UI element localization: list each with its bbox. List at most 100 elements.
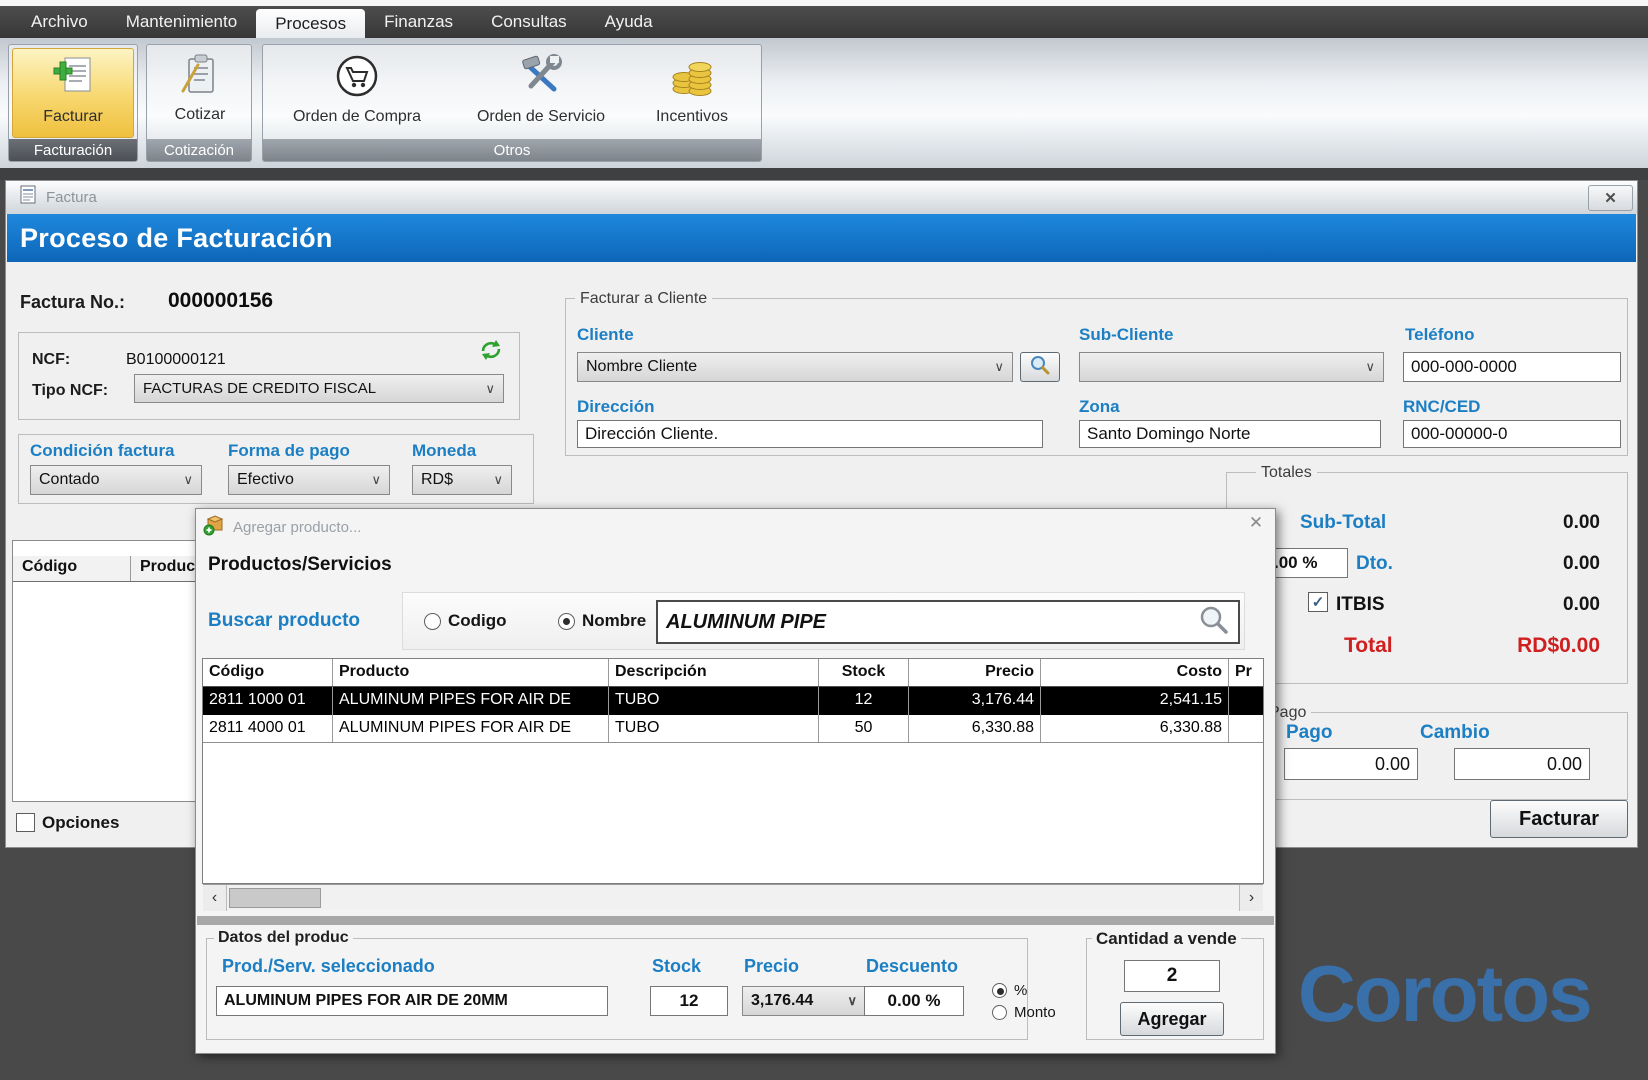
orden-compra-button[interactable]: Orden de Compra bbox=[271, 53, 443, 126]
descuento-input[interactable]: 0.00 % bbox=[864, 986, 964, 1016]
orden-servicio-button[interactable]: Orden de Servicio bbox=[455, 53, 627, 126]
zona-value: Santo Domingo Norte bbox=[1087, 424, 1250, 444]
stock-label: Stock bbox=[652, 956, 701, 977]
tipo-ncf-select[interactable]: FACTURAS DE CREDITO FISCAL ∨ bbox=[134, 374, 504, 403]
table-row[interactable]: 2811 4000 01 ALUMINUM PIPES FOR AIR DE T… bbox=[203, 715, 1263, 743]
cell-precio: 3,176.44 bbox=[909, 687, 1041, 715]
ribbon-group-cotizacion: Cotizar Cotización bbox=[146, 44, 252, 162]
dialog-title: Agregar producto... bbox=[233, 519, 361, 536]
menu-ayuda[interactable]: Ayuda bbox=[586, 6, 672, 38]
menu-archivo[interactable]: Archivo bbox=[12, 6, 107, 38]
menu-procesos[interactable]: Procesos bbox=[256, 9, 365, 38]
telefono-input[interactable]: 000-000-0000 bbox=[1403, 352, 1621, 382]
cell-codigo: 2811 4000 01 bbox=[203, 715, 333, 742]
cell-producto: ALUMINUM PIPES FOR AIR DE bbox=[333, 687, 609, 715]
forma-pago-select[interactable]: Efectivo ∨ bbox=[228, 465, 390, 495]
codigo-radio[interactable] bbox=[424, 613, 441, 630]
factura-window-title: Factura bbox=[46, 189, 97, 206]
dialog-heading: Productos/Servicios bbox=[208, 554, 392, 576]
telefono-label: Teléfono bbox=[1405, 325, 1475, 345]
chevron-down-icon: ∨ bbox=[485, 381, 495, 397]
cliente-select[interactable]: Nombre Cliente ∨ bbox=[577, 352, 1013, 382]
precio-select[interactable]: 3,176.44 ∨ bbox=[742, 986, 866, 1016]
nombre-radio[interactable] bbox=[558, 613, 575, 630]
ribbon-group-otros: Orden de Compra Orden de Servicio bbox=[262, 44, 762, 162]
facturar-ribbon-button[interactable]: Facturar bbox=[12, 48, 134, 138]
telefono-value: 000-000-0000 bbox=[1411, 357, 1517, 377]
col-costo[interactable]: Costo bbox=[1041, 659, 1229, 686]
table-horizontal-scrollbar[interactable]: ‹ › bbox=[203, 884, 1263, 910]
col-stock[interactable]: Stock bbox=[819, 659, 909, 686]
forma-pago-value: Efectivo bbox=[237, 471, 294, 489]
direccion-value: Dirección Cliente. bbox=[585, 424, 718, 444]
itbis-checkbox[interactable]: ✓ bbox=[1308, 592, 1328, 612]
precio-label: Precio bbox=[744, 956, 799, 977]
col-producto[interactable]: Producto bbox=[333, 659, 609, 686]
radio-codigo-group[interactable]: Codigo bbox=[424, 611, 507, 631]
screen: Archivo Mantenimiento Procesos Finanzas … bbox=[0, 0, 1648, 1080]
dialog-close-button[interactable]: ✕ bbox=[1243, 512, 1269, 534]
rnc-input[interactable]: 000-00000-0 bbox=[1403, 420, 1621, 448]
page-title: Proceso de Facturación bbox=[20, 223, 333, 254]
product-search-value: ALUMINUM PIPE bbox=[666, 611, 1198, 634]
itbis-label: ITBIS bbox=[1336, 594, 1385, 616]
facturar-button[interactable]: Facturar bbox=[1490, 800, 1628, 838]
rnc-label: RNC/CED bbox=[1403, 397, 1480, 417]
prod-serv-input[interactable]: ALUMINUM PIPES FOR AIR DE 20MM bbox=[216, 986, 608, 1016]
product-search-input[interactable]: ALUMINUM PIPE bbox=[656, 600, 1240, 644]
ribbon: Facturar Facturación Cotizar C bbox=[0, 38, 1648, 168]
factura-close-button[interactable]: ✕ bbox=[1588, 185, 1633, 211]
condicion-select[interactable]: Contado ∨ bbox=[30, 465, 202, 495]
cantidad-input[interactable]: 2 bbox=[1124, 960, 1220, 992]
menu-consultas[interactable]: Consultas bbox=[472, 6, 586, 38]
banner: Proceso de Facturación bbox=[7, 214, 1636, 262]
facturar-ribbon-label: Facturar bbox=[43, 108, 103, 126]
pct-radio[interactable] bbox=[992, 983, 1007, 998]
total-label: Total bbox=[1344, 634, 1393, 658]
opciones-checkbox[interactable] bbox=[16, 813, 35, 832]
col-descripcion[interactable]: Descripción bbox=[609, 659, 819, 686]
products-table: Código Producto Descripción Stock Precio… bbox=[202, 658, 1264, 884]
menu-mantenimiento[interactable]: Mantenimiento bbox=[107, 6, 257, 38]
itbis-value: 0.00 bbox=[1450, 594, 1600, 616]
codigo-radio-label: Codigo bbox=[448, 611, 507, 631]
scroll-left-icon[interactable]: ‹ bbox=[203, 885, 227, 911]
zona-input[interactable]: Santo Domingo Norte bbox=[1079, 420, 1381, 448]
col-codigo[interactable]: Código bbox=[203, 659, 333, 686]
factura-window-icon bbox=[20, 185, 38, 210]
moneda-select[interactable]: RD$ ∨ bbox=[412, 465, 512, 495]
descuento-pct-radio-group[interactable]: % bbox=[992, 982, 1027, 999]
moneda-value: RD$ bbox=[421, 471, 453, 489]
descuento-monto-radio-group[interactable]: Monto bbox=[992, 1004, 1056, 1021]
chevron-down-icon: ∨ bbox=[994, 359, 1004, 375]
scroll-right-icon[interactable]: › bbox=[1239, 885, 1263, 911]
agregar-button[interactable]: Agregar bbox=[1120, 1002, 1224, 1036]
incentivos-button[interactable]: Incentivos bbox=[629, 53, 755, 126]
stock-input[interactable]: 12 bbox=[650, 986, 728, 1016]
sub-cliente-select[interactable]: ∨ bbox=[1079, 352, 1384, 382]
table-row-selected[interactable]: 2811 1000 01 ALUMINUM PIPES FOR AIR DE T… bbox=[203, 687, 1263, 715]
pago-input[interactable]: 0.00 bbox=[1284, 748, 1418, 780]
stock-value: 12 bbox=[680, 991, 699, 1011]
cantidad-value: 2 bbox=[1167, 965, 1178, 987]
condicion-value: Contado bbox=[39, 471, 100, 489]
menu-finanzas[interactable]: Finanzas bbox=[365, 6, 472, 38]
cell-stock: 50 bbox=[819, 715, 909, 742]
refresh-icon[interactable] bbox=[478, 338, 504, 367]
dialog-separator bbox=[197, 916, 1274, 925]
agregar-producto-icon bbox=[203, 514, 225, 541]
col-pr[interactable]: Pr bbox=[1229, 659, 1263, 686]
dialog-titlebar: Agregar producto... bbox=[203, 514, 361, 541]
cambio-input[interactable]: 0.00 bbox=[1454, 748, 1590, 780]
direccion-input[interactable]: Dirección Cliente. bbox=[577, 420, 1043, 448]
search-icon bbox=[1198, 604, 1230, 641]
cliente-value: Nombre Cliente bbox=[586, 358, 697, 376]
col-precio[interactable]: Precio bbox=[909, 659, 1041, 686]
cell-codigo: 2811 1000 01 bbox=[203, 687, 333, 715]
monto-radio[interactable] bbox=[992, 1005, 1007, 1020]
cliente-search-button[interactable] bbox=[1020, 352, 1060, 382]
prod-serv-label: Prod./Serv. seleccionado bbox=[222, 956, 435, 977]
cotizar-ribbon-button[interactable]: Cotizar bbox=[155, 53, 245, 124]
scrollbar-thumb[interactable] bbox=[229, 888, 321, 908]
radio-nombre-group[interactable]: Nombre bbox=[558, 611, 646, 631]
